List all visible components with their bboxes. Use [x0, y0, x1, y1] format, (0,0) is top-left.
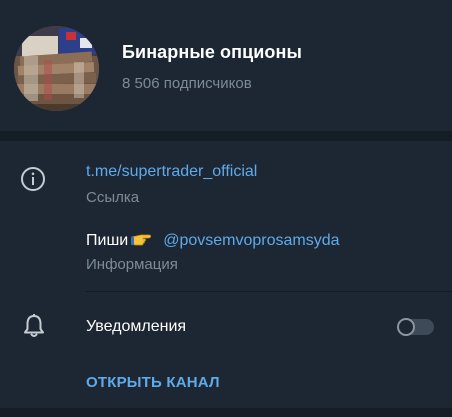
description-caption: Информация [86, 256, 178, 273]
channel-title: Бинарные опционы [122, 42, 302, 62]
link-caption: Ссылка [86, 189, 140, 206]
channel-description: Пиши @povsemvoprosamsyda [86, 231, 340, 252]
bottom-divider [0, 408, 452, 417]
pointing-right-hand-icon [131, 231, 152, 252]
description-text: Пиши [86, 232, 129, 249]
notifications-label: Уведомления [86, 318, 187, 335]
row-separator [86, 291, 452, 292]
channel-link[interactable]: t.me/supertrader_official [86, 163, 257, 181]
info-icon [20, 166, 46, 192]
money-stack-image [14, 26, 99, 111]
channel-avatar[interactable] [14, 26, 99, 111]
notifications-toggle[interactable] [397, 318, 434, 336]
mention-link[interactable]: @povsemvoprosamsyda [163, 232, 339, 249]
section-divider [0, 131, 452, 141]
bell-icon [22, 313, 46, 339]
open-channel-button[interactable]: ОТКРЫТЬ КАНАЛ [86, 374, 220, 391]
subscriber-count: 8 506 подписчиков [122, 75, 252, 92]
toggle-knob [397, 318, 415, 336]
channel-header: Бинарные опционы 8 506 подписчиков [0, 0, 452, 131]
